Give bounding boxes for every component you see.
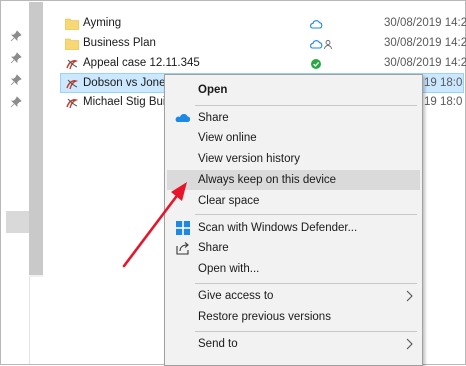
annotation-arrow-icon (122, 182, 187, 268)
explorer-window: Ayming 30/08/2019 14:2 Business Plan 30/… (0, 0, 466, 366)
